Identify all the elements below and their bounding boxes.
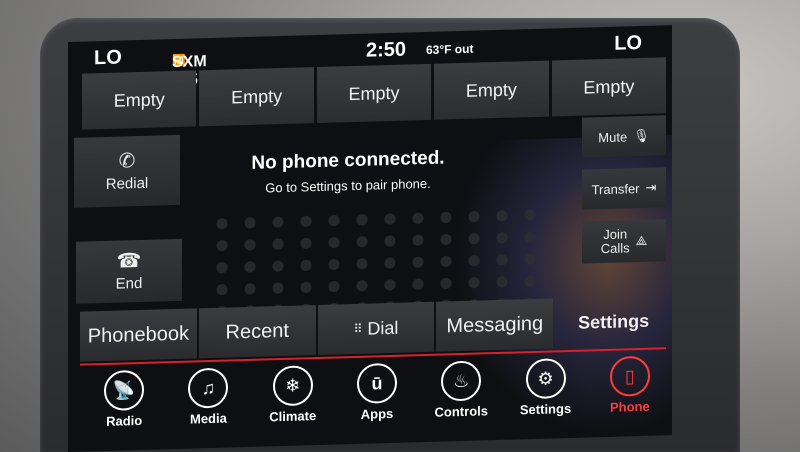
end-call-button[interactable]: ☎ End <box>76 238 182 304</box>
dock-media[interactable]: ♫ Media <box>166 361 250 449</box>
join-calls-label: Join Calls <box>600 226 630 257</box>
gear-icon: ⚙ <box>525 358 566 400</box>
tab-dial[interactable]: ⠿ Dial <box>317 301 435 356</box>
join-calls-icon: ⟁ <box>635 232 648 249</box>
uconnect-screen: LO 📶SXM 115 2:50 63°F out LO Empty Empty… <box>68 25 672 452</box>
dock-media-label: Media <box>190 410 227 427</box>
transfer-icon: ⇥ <box>645 179 657 195</box>
left-temp-setting[interactable]: LO <box>94 46 122 70</box>
hang-up-icon: ☎ <box>116 249 142 273</box>
clock: 2:50 <box>366 38 407 62</box>
redial-label: Redial <box>105 174 149 193</box>
tab-phonebook[interactable]: Phonebook <box>80 308 197 362</box>
end-label: End <box>115 274 143 293</box>
dock-climate-label: Climate <box>269 408 317 425</box>
dock-settings[interactable]: ⚙ Settings <box>503 351 587 439</box>
mute-mic-icon: 🎙 <box>633 127 650 144</box>
dialpad-icon: ⠿ <box>353 321 362 337</box>
message-subtitle: Go to Settings to pair phone. <box>265 175 431 196</box>
preset-button-2[interactable]: Empty <box>199 67 314 127</box>
seat-heat-icon: ♨ <box>441 360 482 402</box>
dock-apps-label: Apps <box>360 405 394 422</box>
dock-climate[interactable]: ❄ Climate <box>251 359 335 447</box>
transfer-button[interactable]: Transfer ⇥ <box>582 167 666 210</box>
message-title: No phone connected. <box>251 147 445 174</box>
radio-tower-icon: 📡 <box>104 369 145 411</box>
tab-settings[interactable]: Settings <box>555 295 672 348</box>
dock-phone-label: Phone <box>609 398 650 415</box>
tab-dial-label: Dial <box>367 317 399 339</box>
mute-button[interactable]: Mute 🎙 <box>582 115 666 158</box>
outside-temperature: 63°F out <box>426 41 474 58</box>
dock-radio-label: Radio <box>106 412 143 429</box>
dock-radio[interactable]: 📡 Radio <box>82 363 166 451</box>
climate-icon: ❄ <box>272 365 313 407</box>
tab-messaging[interactable]: Messaging <box>436 298 554 352</box>
tab-recent[interactable]: Recent <box>198 305 316 359</box>
dock-controls[interactable]: ♨ Controls <box>419 354 503 442</box>
preset-button-1[interactable]: Empty <box>82 70 197 130</box>
apps-icon: ū <box>356 362 397 404</box>
music-note-icon: ♫ <box>188 367 229 409</box>
no-phone-message: No phone connected. Go to Settings to pa… <box>198 146 498 197</box>
phone-handset-icon: ✆ <box>118 149 136 173</box>
dock-controls-label: Controls <box>434 403 488 420</box>
dock-apps[interactable]: ū Apps <box>335 356 419 444</box>
redial-button[interactable]: ✆ Redial <box>74 134 180 208</box>
main-dock: 📡 Radio ♫ Media ❄ Climate ū Apps ♨ Contr… <box>82 349 672 451</box>
hex-background-pattern <box>208 203 538 314</box>
right-temp-setting[interactable]: LO <box>614 32 642 56</box>
join-calls-button[interactable]: Join Calls ⟁ <box>582 219 666 264</box>
phone-icon: ▯ <box>609 355 650 397</box>
dock-settings-label: Settings <box>519 400 572 418</box>
mute-label: Mute <box>598 128 628 145</box>
preset-button-3[interactable]: Empty <box>316 63 432 124</box>
dock-phone[interactable]: ▯ Phone <box>588 349 672 437</box>
preset-button-5[interactable]: Empty <box>551 57 667 117</box>
transfer-label: Transfer <box>591 180 640 197</box>
preset-button-4[interactable]: Empty <box>434 60 549 120</box>
